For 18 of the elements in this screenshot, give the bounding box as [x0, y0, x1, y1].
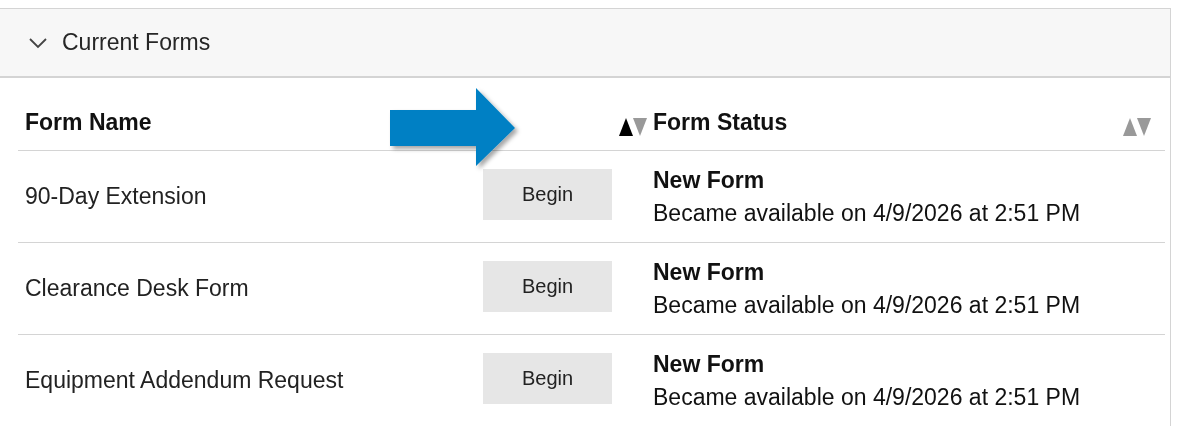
- form-name: Clearance Desk Form: [24, 275, 249, 302]
- panel-title: Current Forms: [62, 29, 211, 56]
- chevron-icon[interactable]: [28, 36, 48, 49]
- status-detail: Became available on 4/9/2026 at 2:51 PM: [653, 199, 1081, 227]
- begin-button[interactable]: Begin: [483, 261, 612, 312]
- sort-icon[interactable]: [619, 118, 649, 136]
- status-detail: Became available on 4/9/2026 at 2:51 PM: [653, 291, 1081, 319]
- begin-button[interactable]: Begin: [483, 353, 612, 404]
- form-name: Equipment Addendum Request: [24, 367, 344, 394]
- begin-button[interactable]: Begin: [483, 169, 612, 220]
- status-label: New Form: [653, 166, 765, 194]
- status-label: New Form: [653, 350, 765, 378]
- column-header[interactable]: Form Status: [653, 109, 788, 136]
- status-detail: Became available on 4/9/2026 at 2:51 PM: [653, 383, 1081, 411]
- form-name: 90-Day Extension: [24, 183, 207, 210]
- column-header[interactable]: Form Name: [25, 109, 152, 136]
- panel-header[interactable]: Current Forms: [0, 9, 1170, 78]
- status-label: New Form: [653, 258, 765, 286]
